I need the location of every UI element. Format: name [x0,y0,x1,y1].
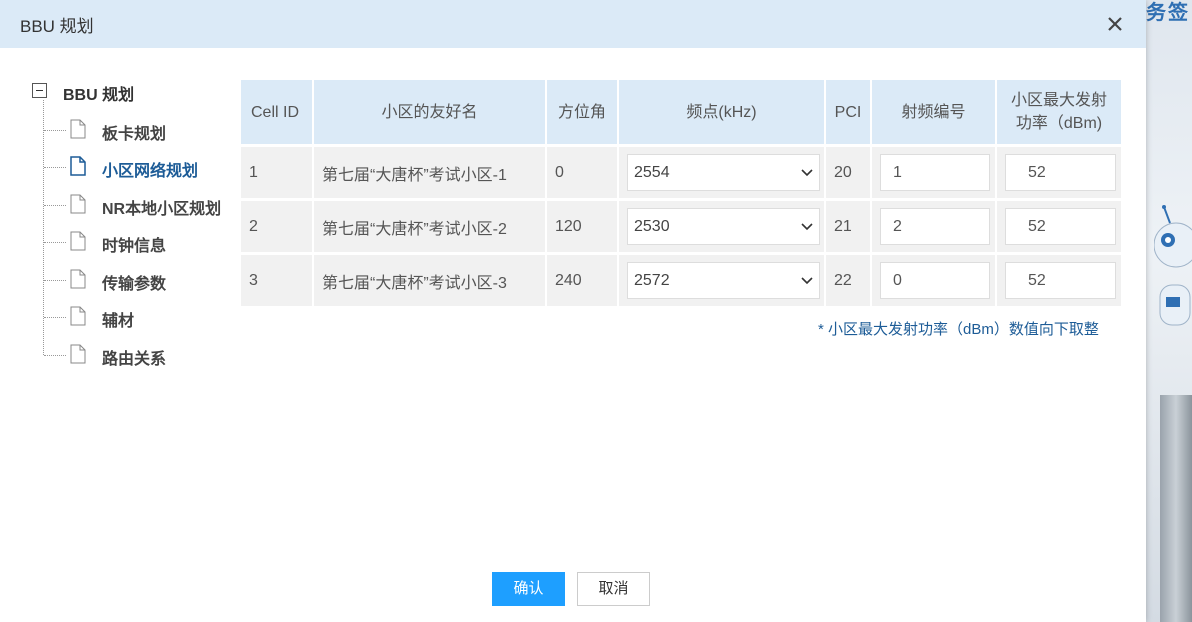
tree-item-board-planning[interactable]: 板卡规划 [44,118,244,143]
tree-item-label: 传输参数 [102,276,167,293]
max-power-input[interactable]: 52 [1005,154,1116,191]
tree-item-cell-network-planning[interactable]: 小区网络规划 [44,155,244,180]
close-icon[interactable] [1103,12,1127,36]
cell-id-value: 3 [241,252,314,306]
file-icon [70,344,86,364]
tree-item-nr-local-cell-planning[interactable]: NR本地小区规划 [44,193,244,218]
table-header-row: Cell ID 小区的友好名 方位角 频点(kHz) PCI 射频编号 小区最大… [241,80,1121,146]
cell-name-value: 第七届“大唐杯”考试小区-1 [313,144,547,200]
rf-number-input[interactable]: 1 [880,154,990,191]
max-power-input[interactable]: 52 [1005,208,1116,245]
header-max-power: 小区最大发射 功率（dBm) [996,80,1121,146]
planning-tree: BBU 规划 板卡规划 小区网络规划 NR本地小区规划 时钟信息 传输参数 辅材… [32,78,232,378]
pci-value: 22 [825,252,872,306]
file-icon [70,156,86,176]
background-app: 务签 [1146,0,1192,622]
pci-value: 21 [825,198,872,254]
power-rounding-note: * 小区最大发射功率（dBm）数值向下取整 [818,321,1099,338]
rf-number-input[interactable]: 0 [880,262,990,299]
azimuth-value: 120 [546,198,619,254]
header-azimuth: 方位角 [546,80,619,146]
confirm-button[interactable]: 确认 [492,572,565,606]
dialog-header: BBU 规划 [0,0,1146,48]
file-icon [70,306,86,326]
file-icon [70,269,86,289]
dialog-title: BBU 规划 [20,17,94,36]
header-frequency: 频点(kHz) [618,80,826,146]
header-rf-number: 射频编号 [871,80,997,146]
tree-item-label: 路由关系 [102,351,167,368]
chevron-down-icon [801,277,813,285]
cancel-button[interactable]: 取消 [577,572,650,606]
tree-item-label: NR本地小区规划 [102,201,222,218]
tree-item-label: 小区网络规划 [102,163,199,180]
file-icon [70,231,86,251]
tree-item-label: 时钟信息 [102,238,167,255]
header-cell-id: Cell ID [241,80,314,146]
tree-item-clock-info[interactable]: 时钟信息 [44,230,244,255]
chevron-down-icon [801,169,813,177]
pci-value: 20 [825,144,872,200]
collapse-toggle-icon[interactable] [32,83,47,98]
rf-number-input[interactable]: 2 [880,208,990,245]
file-icon [70,194,86,214]
azimuth-value: 0 [546,144,619,200]
mascot-robot-image [1154,205,1192,326]
frequency-selected-value: 2554 [634,164,670,181]
frequency-select[interactable]: 2554 [627,154,820,191]
cell-id-value: 2 [241,198,314,254]
cell-planning-table: Cell ID 小区的友好名 方位角 频点(kHz) PCI 射频编号 小区最大… [241,80,1121,306]
cell-id-value: 1 [241,144,314,200]
header-cell-name: 小区的友好名 [313,80,547,146]
frequency-select[interactable]: 2572 [627,262,820,299]
tree-item-label: 辅材 [102,313,135,330]
tree-root-label[interactable]: BBU 规划 [63,81,134,105]
header-pci: PCI [825,80,872,146]
background-banner-text: 务签 [1146,2,1190,24]
table-row: 2 第七届“大唐杯”考试小区-2 120 2530 21 2 52 [241,198,1121,254]
azimuth-value: 240 [546,252,619,306]
cell-name-value: 第七届“大唐杯”考试小区-3 [313,252,547,306]
tree-item-label: 板卡规划 [102,126,167,143]
bbu-planning-dialog: BBU 规划 BBU 规划 板卡规划 小区网络规划 NR本地小区规划 时钟信息 [0,0,1146,622]
tree-item-transport-params[interactable]: 传输参数 [44,268,244,293]
frequency-selected-value: 2572 [634,272,670,289]
tree-item-auxiliary-materials[interactable]: 辅材 [44,305,244,330]
tree-item-routing[interactable]: 路由关系 [44,343,244,368]
frequency-selected-value: 2530 [634,218,670,235]
table-row: 1 第七届“大唐杯”考试小区-1 0 2554 20 1 52 [241,144,1121,200]
cell-name-value: 第七届“大唐杯”考试小区-2 [313,198,547,254]
background-pole [1160,395,1192,622]
max-power-input[interactable]: 52 [1005,262,1116,299]
table-row: 3 第七届“大唐杯”考试小区-3 240 2572 22 0 52 [241,252,1121,306]
frequency-select[interactable]: 2530 [627,208,820,245]
file-icon [70,119,86,139]
header-max-power-line2: 功率（dBm) [1015,115,1103,132]
chevron-down-icon [801,223,813,231]
header-max-power-line1: 小区最大发射 [1010,92,1107,109]
